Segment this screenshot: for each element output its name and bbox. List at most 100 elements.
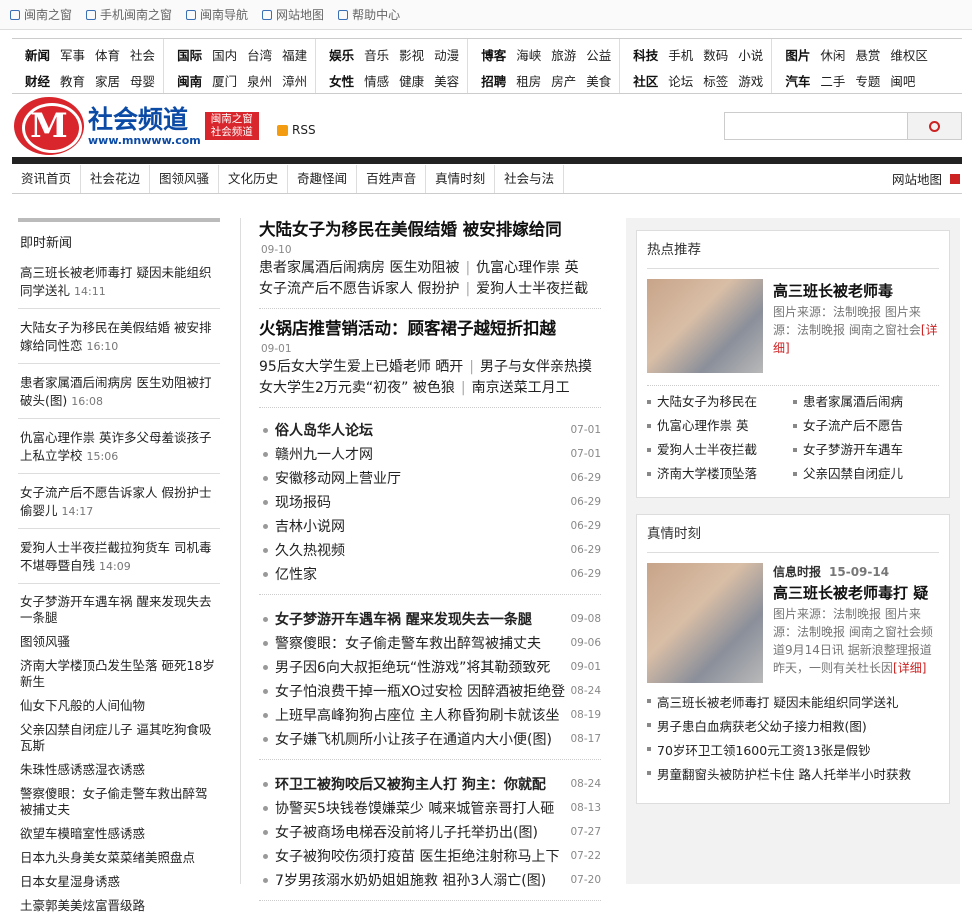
list-item[interactable]: 俗人岛华人论坛 07-01: [259, 418, 601, 442]
list-item[interactable]: 环卫工被狗咬后又被狗主人打 狗主：你就配 08-24: [259, 772, 601, 796]
list-item[interactable]: 上班早高峰狗狗占座位 主人称昏狗刷卡就该坐 08-19: [259, 703, 601, 727]
hot-link[interactable]: 女子梦游开车遇车: [793, 438, 939, 462]
true-feature-title[interactable]: 高三班长被老师毒打 疑: [773, 581, 939, 605]
list-item[interactable]: 男子因6向大叔拒绝玩“性游戏”将其勒颈致死 09-01: [259, 655, 601, 679]
list-item[interactable]: 吉林小说网 06-29: [259, 514, 601, 538]
news-link[interactable]: 欲望车模暗室性感诱惑: [18, 822, 220, 846]
channel-link[interactable]: 财经: [25, 71, 50, 90]
channel-link[interactable]: 家居: [95, 71, 120, 90]
list-item[interactable]: 赣州九一人才网 07-01: [259, 442, 601, 466]
hot-link[interactable]: 父亲囚禁自闭症儿: [793, 462, 939, 486]
news-link[interactable]: 济南大学楼顶凸发生坠落 砸死18岁新生: [18, 654, 220, 694]
true-link[interactable]: 70岁环卫工领1600元工资13张是假钞: [647, 737, 939, 761]
channel-link[interactable]: 公益: [586, 45, 611, 64]
hot-image[interactable]: [647, 279, 763, 373]
channel-link[interactable]: 论坛: [668, 71, 693, 90]
channel-link[interactable]: 泉州: [247, 71, 272, 90]
channel-link[interactable]: 房产: [551, 71, 576, 90]
channel-link[interactable]: 动漫: [434, 45, 459, 64]
channel-link[interactable]: 休闲: [820, 45, 845, 64]
channel-link[interactable]: 科技: [633, 45, 658, 64]
list-item[interactable]: 亿性家 06-29: [259, 562, 601, 586]
channel-link[interactable]: 美容: [434, 71, 459, 90]
news-link[interactable]: 警察傻眼：女子偷走警车救出醉驾被捕丈夫: [18, 782, 220, 822]
list-item[interactable]: 协警买5块钱卷馍嫌菜少 喊来城管亲哥打人砸 08-13: [259, 796, 601, 820]
hot-link[interactable]: 大陆女子为移民在: [647, 390, 793, 414]
channel-link[interactable]: 漳州: [282, 71, 307, 90]
channel-link[interactable]: 悬赏: [855, 45, 880, 64]
nav-item[interactable]: 百姓声音: [357, 164, 427, 193]
channel-link[interactable]: 母婴: [130, 71, 155, 90]
hot-link[interactable]: 爱狗人士半夜拦截: [647, 438, 793, 462]
channel-link[interactable]: 健康: [399, 71, 424, 90]
news-link[interactable]: 父亲囚禁自闭症儿子 逼其吃狗食吸瓦斯: [18, 718, 220, 758]
news-item[interactable]: 爱狗人士半夜拦截拉狗货车 司机毒不堪辱暨自残 14:09: [18, 529, 220, 584]
channel-link[interactable]: 旅游: [551, 45, 576, 64]
channel-link[interactable]: 娱乐: [329, 45, 354, 64]
news-link[interactable]: 日本女星湿身诱惑: [18, 870, 220, 894]
channel-link[interactable]: 二手: [820, 71, 845, 90]
channel-link[interactable]: 军事: [60, 45, 85, 64]
true-link[interactable]: 高三班长被老师毒打 疑因未能组织同学送礼: [647, 689, 939, 713]
hot-feature-title[interactable]: 高三班长被老师毒: [773, 279, 939, 303]
true-link[interactable]: 男子患白血病获老父幼子接力相救(图): [647, 713, 939, 737]
channel-link[interactable]: 手机: [668, 45, 693, 64]
site-logo[interactable]: M 社会频道 www.mnwww.com 闽南之窗社会频道: [14, 97, 259, 155]
news-item[interactable]: 高三班长被老师毒打 疑因未能组织同学送礼 14:11: [18, 254, 220, 309]
channel-link[interactable]: 台湾: [247, 45, 272, 64]
channel-link[interactable]: 情感: [364, 71, 389, 90]
channel-link[interactable]: 招聘: [481, 71, 506, 90]
list-item[interactable]: 安徽移动网上营业厅 06-29: [259, 466, 601, 490]
nav-item[interactable]: 资讯首页: [12, 164, 82, 193]
nav-item[interactable]: 图领风骚: [150, 164, 220, 193]
hot-link[interactable]: 仇富心理作祟 英: [647, 414, 793, 438]
hot-link[interactable]: 患者家属酒后闹病: [793, 390, 939, 414]
channel-link[interactable]: 影视: [399, 45, 424, 64]
sub-link[interactable]: 患者家属酒后闹病房 医生劝阻被: [259, 260, 459, 276]
sub-link[interactable]: 南京送菜工月工: [472, 380, 570, 396]
channel-link[interactable]: 美食: [586, 71, 611, 90]
search-button[interactable]: [907, 113, 961, 139]
topbar-link[interactable]: 帮助中心: [338, 6, 400, 23]
rss-link[interactable]: RSS: [277, 123, 316, 137]
channel-link[interactable]: 新闻: [25, 45, 50, 64]
news-link[interactable]: 日本九头身美女菜菜绪美照盘点: [18, 846, 220, 870]
news-item[interactable]: 女子流产后不愿告诉家人 假扮护士偷婴儿 14:17: [18, 474, 220, 529]
nav-item[interactable]: 奇趣怪闻: [288, 164, 358, 193]
sitemap-link[interactable]: 网站地图: [892, 169, 962, 188]
true-image[interactable]: [647, 563, 763, 683]
sub-link[interactable]: 爱狗人士半夜拦截: [476, 281, 588, 297]
channel-link[interactable]: 体育: [95, 45, 120, 64]
news-link[interactable]: 土豪郭美美炫富晋级路: [18, 894, 220, 918]
channel-link[interactable]: 社会: [130, 45, 155, 64]
hot-link[interactable]: 济南大学楼顶坠落: [647, 462, 793, 486]
channel-link[interactable]: 标签: [703, 71, 728, 90]
list-item[interactable]: 女子被狗咬伤须打疫苗 医生拒绝注射称马上下 07-22: [259, 844, 601, 868]
channel-link[interactable]: 国际: [177, 45, 202, 64]
nav-item[interactable]: 文化历史: [219, 164, 289, 193]
topbar-link[interactable]: 闽南之窗: [10, 6, 72, 23]
topbar-link[interactable]: 网站地图: [262, 6, 324, 23]
list-item[interactable]: 警察傻眼：女子偷走警车救出醉驾被捕丈夫 09-06: [259, 631, 601, 655]
channel-link[interactable]: 厦门: [212, 71, 237, 90]
channel-link[interactable]: 数码: [703, 45, 728, 64]
channel-link[interactable]: 租房: [516, 71, 541, 90]
news-item[interactable]: 仇富心理作祟 英诈多父母羞谈孩子上私立学校 15:06: [18, 419, 220, 474]
sub-link[interactable]: 女子流产后不愿告诉家人 假扮护: [259, 281, 459, 297]
news-link[interactable]: 女子梦游开车遇车祸 醒来发现失去一条腿: [18, 590, 220, 630]
nav-item[interactable]: 社会与法: [495, 164, 565, 193]
sub-link[interactable]: 男子与女伴亲热摸: [480, 359, 592, 375]
news-item[interactable]: 患者家属酒后闹病房 医生劝阻被打破头(图) 16:08: [18, 364, 220, 419]
true-link[interactable]: 男童翻窗头被防护栏卡住 路人托举半小时获救: [647, 761, 939, 785]
headline-title[interactable]: 火锅店推营销活动：顾客裙子越短折扣越: [259, 317, 601, 341]
news-link[interactable]: 朱珠性感诱惑湿衣诱惑: [18, 758, 220, 782]
sub-link[interactable]: 95后女大学生爱上已婚老师 晒开: [259, 359, 463, 375]
sub-link[interactable]: 仇富心理作祟 英: [476, 260, 578, 276]
topbar-link[interactable]: 闽南导航: [186, 6, 248, 23]
list-item[interactable]: 女子梦游开车遇车祸 醒来发现失去一条腿 09-08: [259, 607, 601, 631]
news-item[interactable]: 大陆女子为移民在美假结婚 被安排嫁给同性恋 16:10: [18, 309, 220, 364]
list-item[interactable]: 现场报码 06-29: [259, 490, 601, 514]
nav-item[interactable]: 真情时刻: [426, 164, 496, 193]
list-item[interactable]: 女子嫌飞机厕所小让孩子在通道内大小便(图) 08-17: [259, 727, 601, 751]
hot-link[interactable]: 女子流产后不愿告: [793, 414, 939, 438]
